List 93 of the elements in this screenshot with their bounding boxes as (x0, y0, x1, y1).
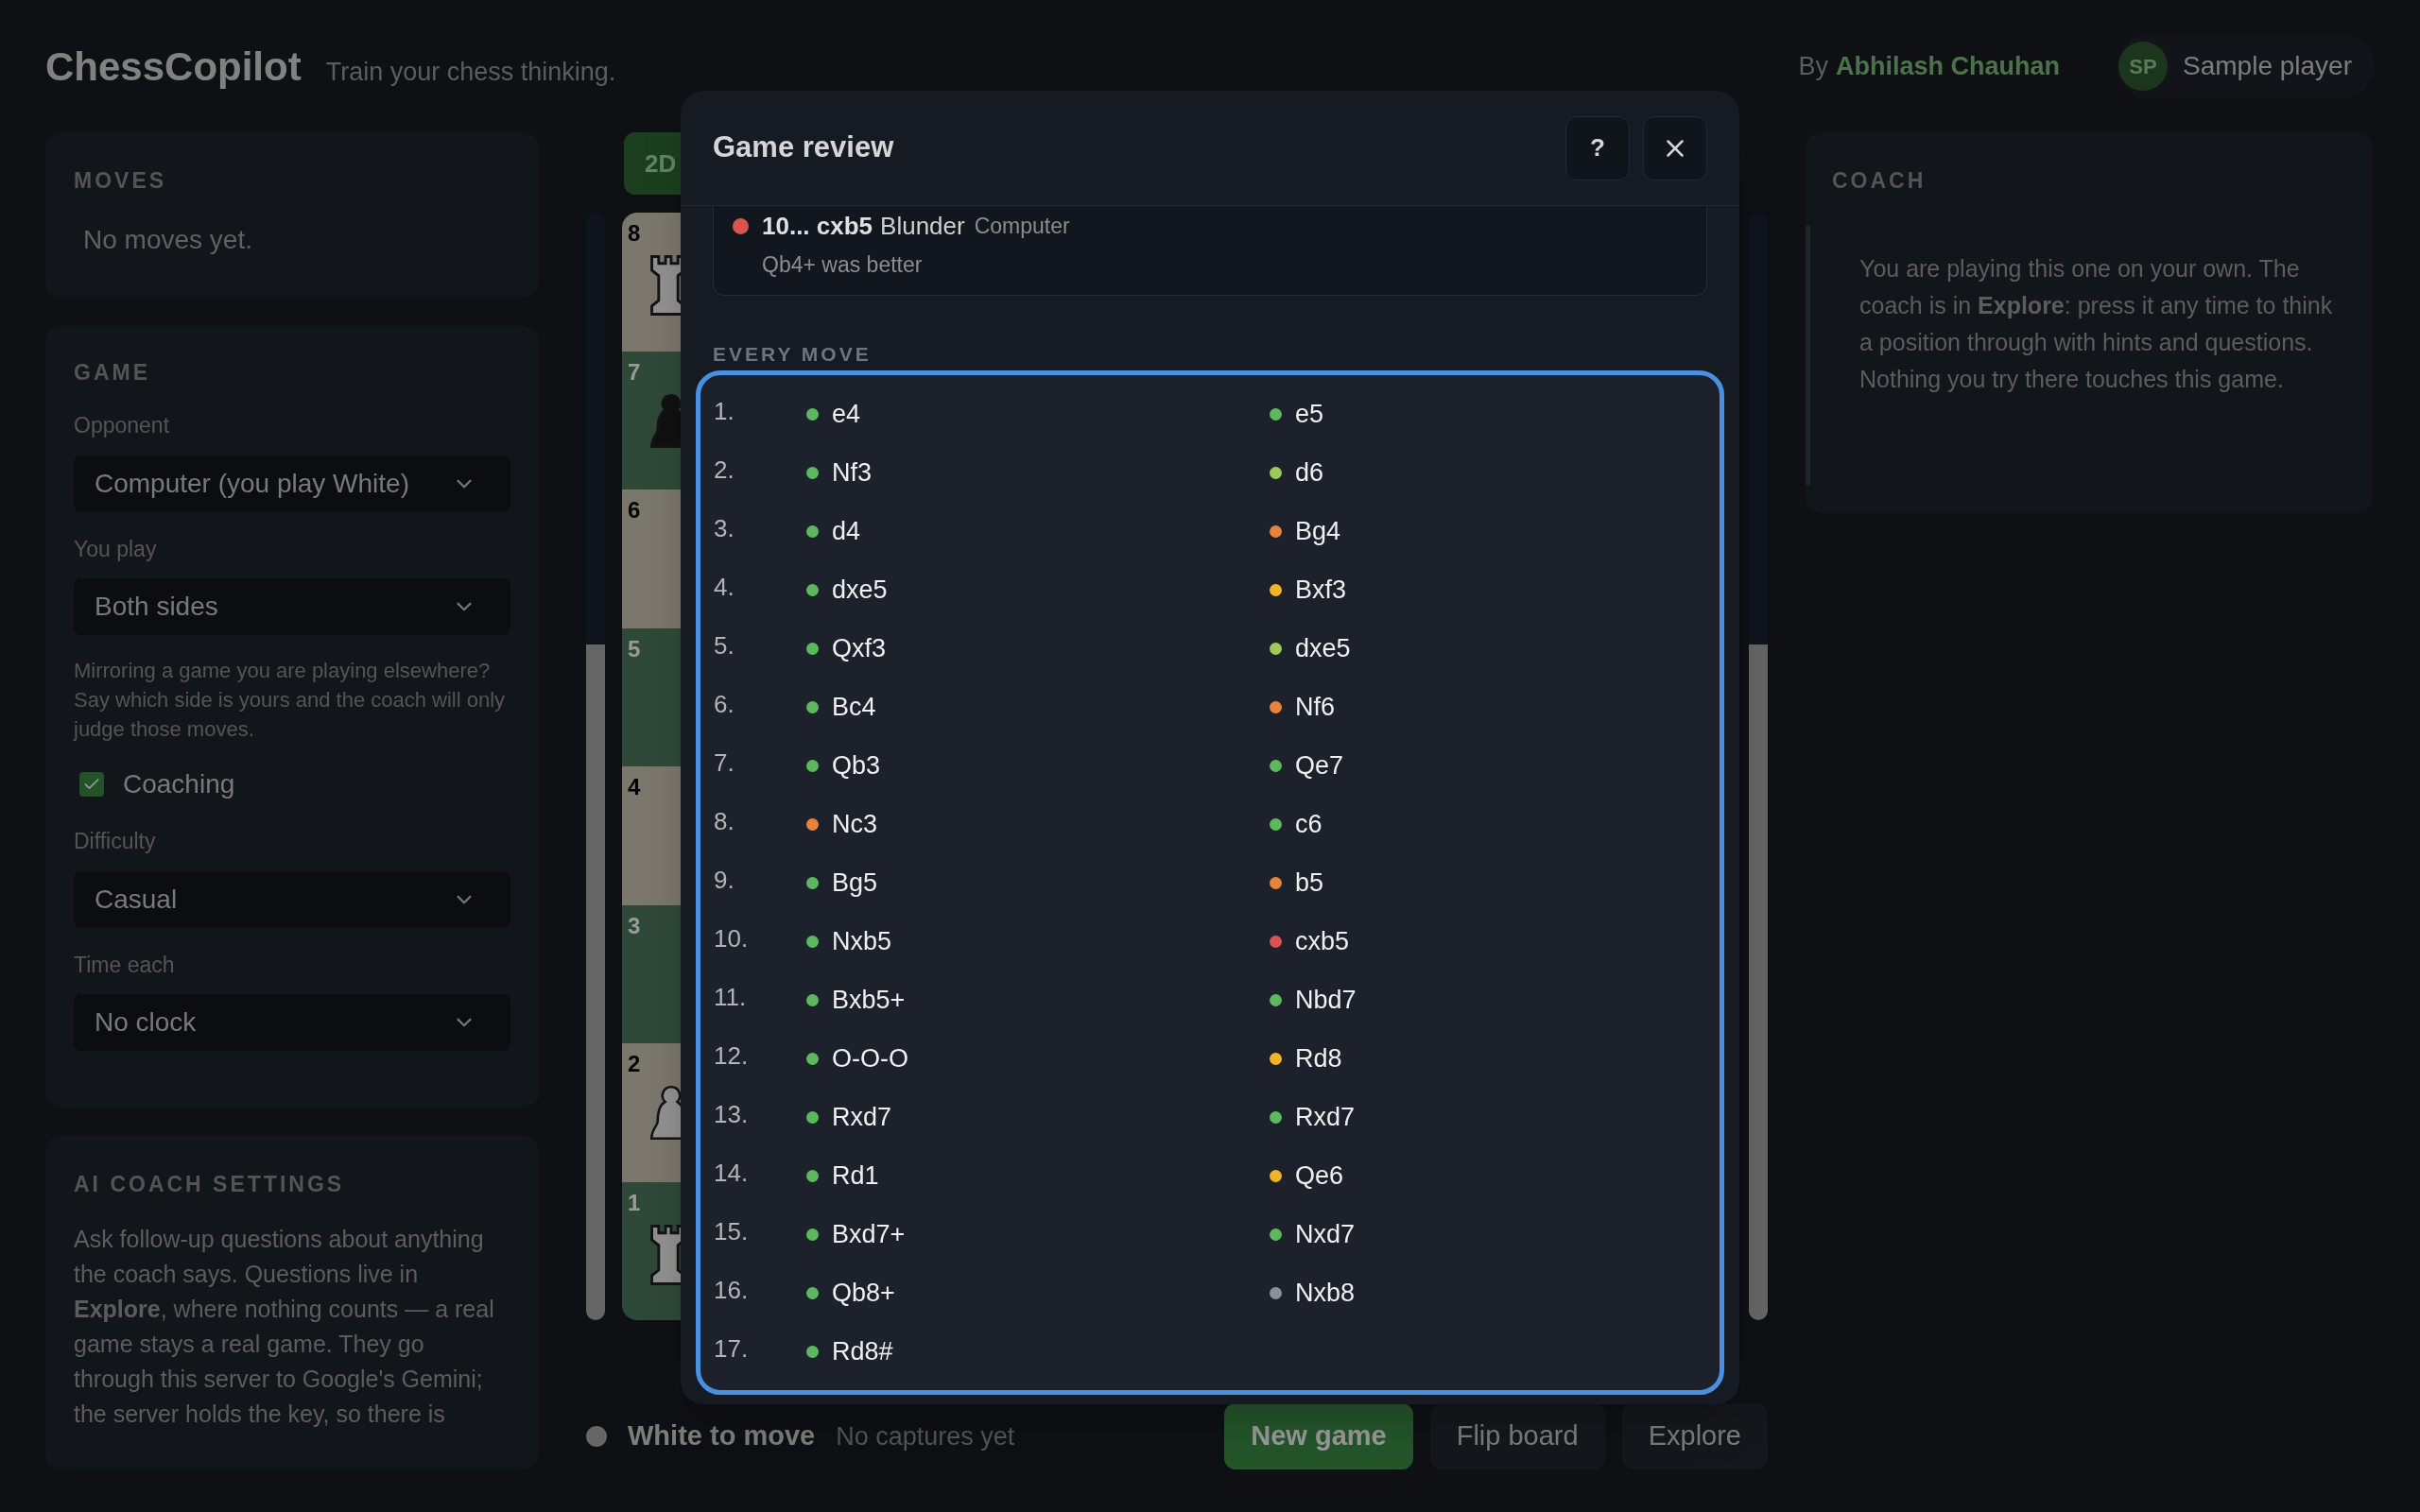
dropdown[interactable]: Computer (you play White) (74, 455, 510, 512)
move-text[interactable]: dxe5 (832, 570, 888, 610)
move-number: 8. (714, 805, 735, 837)
move-number: 1. (714, 395, 735, 427)
section-title: GAME (74, 358, 151, 387)
move-text[interactable]: Rd1 (832, 1156, 879, 1195)
section-title: MOVES (74, 167, 168, 195)
move-text[interactable]: d4 (832, 511, 861, 551)
move-number: 5. (714, 629, 735, 662)
field-label: You play (74, 535, 158, 563)
dropdown[interactable]: No clock (74, 994, 510, 1051)
dialog-title: Game review (713, 129, 894, 166)
rank-label: 5 (628, 634, 641, 663)
user-chip[interactable]: SP Sample player (2117, 34, 2375, 98)
move-text[interactable]: Bxf3 (1295, 570, 1347, 610)
section-title: AI COACH SETTINGS (74, 1171, 346, 1198)
move-number: 16. (714, 1274, 750, 1306)
move-text[interactable]: Qb3 (832, 746, 881, 785)
move-number: 4. (714, 571, 735, 603)
section-title: EVERY MOVE (713, 341, 873, 367)
move-text[interactable]: d6 (1295, 453, 1324, 492)
move-number: 11. (714, 981, 748, 1013)
move-text[interactable]: Bc4 (832, 687, 876, 727)
move-number: 2. (714, 454, 735, 486)
review-side: Computer (974, 213, 1070, 241)
help-button[interactable]: ? (1565, 115, 1630, 180)
move-text[interactable]: Qe7 (1295, 746, 1344, 785)
help-text: Mirroring a game you are playing elsewhere? Say which side is yours and the coach will only judge those moves. (74, 658, 507, 743)
move-text[interactable]: c6 (1295, 804, 1322, 844)
rank-label: 3 (628, 911, 641, 940)
move-text[interactable]: Qe6 (1295, 1156, 1344, 1195)
move-number: 12. (714, 1040, 750, 1072)
rank-label: 2 (628, 1050, 641, 1078)
section-title: COACH (1832, 167, 1927, 195)
move-number: 9. (714, 864, 735, 896)
move-number: 6. (714, 688, 735, 720)
dropdown[interactable]: Both sides (74, 578, 510, 635)
checkbox[interactable] (79, 772, 104, 797)
move-text[interactable]: Rd8 (1295, 1039, 1342, 1078)
move-text[interactable]: Nf6 (1295, 687, 1336, 727)
action-button[interactable]: Flip board (1429, 1403, 1605, 1469)
move-text[interactable]: Rxd7 (832, 1097, 892, 1137)
move-text[interactable]: Bg4 (1295, 511, 1341, 551)
move-text[interactable]: Nxd7 (1295, 1214, 1356, 1254)
move-text[interactable]: Nxb8 (1295, 1273, 1356, 1313)
rank-label: 8 (628, 219, 641, 248)
empty-text: No moves yet. (82, 223, 253, 256)
checkbox-label: Coaching (123, 768, 235, 800)
avatar: SP (2118, 42, 2168, 91)
logo: ChessCopilot (45, 43, 302, 91)
move-number: 17. (714, 1332, 750, 1365)
coach-text: You are playing this one on your own. The coach is in Explore: press it any time to think a position through with hints and questions. Nothing you try there touches this game. (1859, 253, 2334, 394)
rank-label: 1 (628, 1188, 641, 1217)
move-text[interactable]: cxb5 (1295, 921, 1350, 961)
move-text[interactable]: Nc3 (832, 804, 877, 844)
move-text[interactable]: Qb8+ (832, 1273, 895, 1313)
dropdown[interactable]: Casual (74, 870, 510, 928)
move-text[interactable]: Rd8# (832, 1332, 893, 1371)
ai-coach-text: Ask follow-up questions about anything the coach says. Questions live in Explore, where nothing counts — a real game stays a real game. They go through this server to Google's Gemini; the server holds the key, so there is (74, 1224, 495, 1429)
move-number: 13. (714, 1098, 750, 1130)
move-text[interactable]: Bxb5+ (832, 980, 906, 1020)
move-text[interactable]: Bxd7+ (832, 1214, 906, 1254)
move-text[interactable]: Nbd7 (1295, 980, 1357, 1020)
review-verdict: Blunder (880, 211, 965, 242)
field-label: Opponent (74, 412, 171, 439)
move-number: 7. (714, 747, 735, 779)
turn-text: White to move (628, 1419, 816, 1453)
move-number: 3. (714, 512, 735, 544)
close-button[interactable] (1643, 115, 1707, 180)
move-text[interactable]: Rxd7 (1295, 1097, 1356, 1137)
field-label: Time each (74, 951, 176, 979)
rank-label: 7 (628, 357, 641, 387)
move-text[interactable]: b5 (1295, 863, 1324, 902)
move-number: 10. (714, 922, 750, 954)
move-number: 15. (714, 1215, 750, 1247)
move-text[interactable]: e5 (1295, 394, 1324, 434)
review-move: 10... cxb5 (762, 211, 873, 242)
move-text[interactable]: dxe5 (1295, 628, 1351, 668)
move-number: 14. (714, 1157, 750, 1189)
move-text[interactable]: Nxb5 (832, 921, 892, 961)
review-note: Qb4+ was better (761, 251, 924, 279)
rank-label: 6 (628, 496, 641, 524)
tagline: Train your chess thinking. (325, 56, 616, 88)
move-text[interactable]: Nf3 (832, 453, 873, 492)
action-button[interactable]: Explore (1621, 1403, 1768, 1469)
move-text[interactable]: Bg5 (832, 863, 878, 902)
byline: By (1798, 50, 1828, 82)
move-text[interactable]: e4 (832, 394, 861, 434)
captures-text: No captures yet (836, 1420, 1015, 1452)
rank-label: 4 (628, 773, 641, 801)
field-label: Difficulty (74, 828, 157, 855)
move-text[interactable]: Qxf3 (832, 628, 887, 668)
move-text[interactable]: O-O-O (832, 1039, 908, 1078)
